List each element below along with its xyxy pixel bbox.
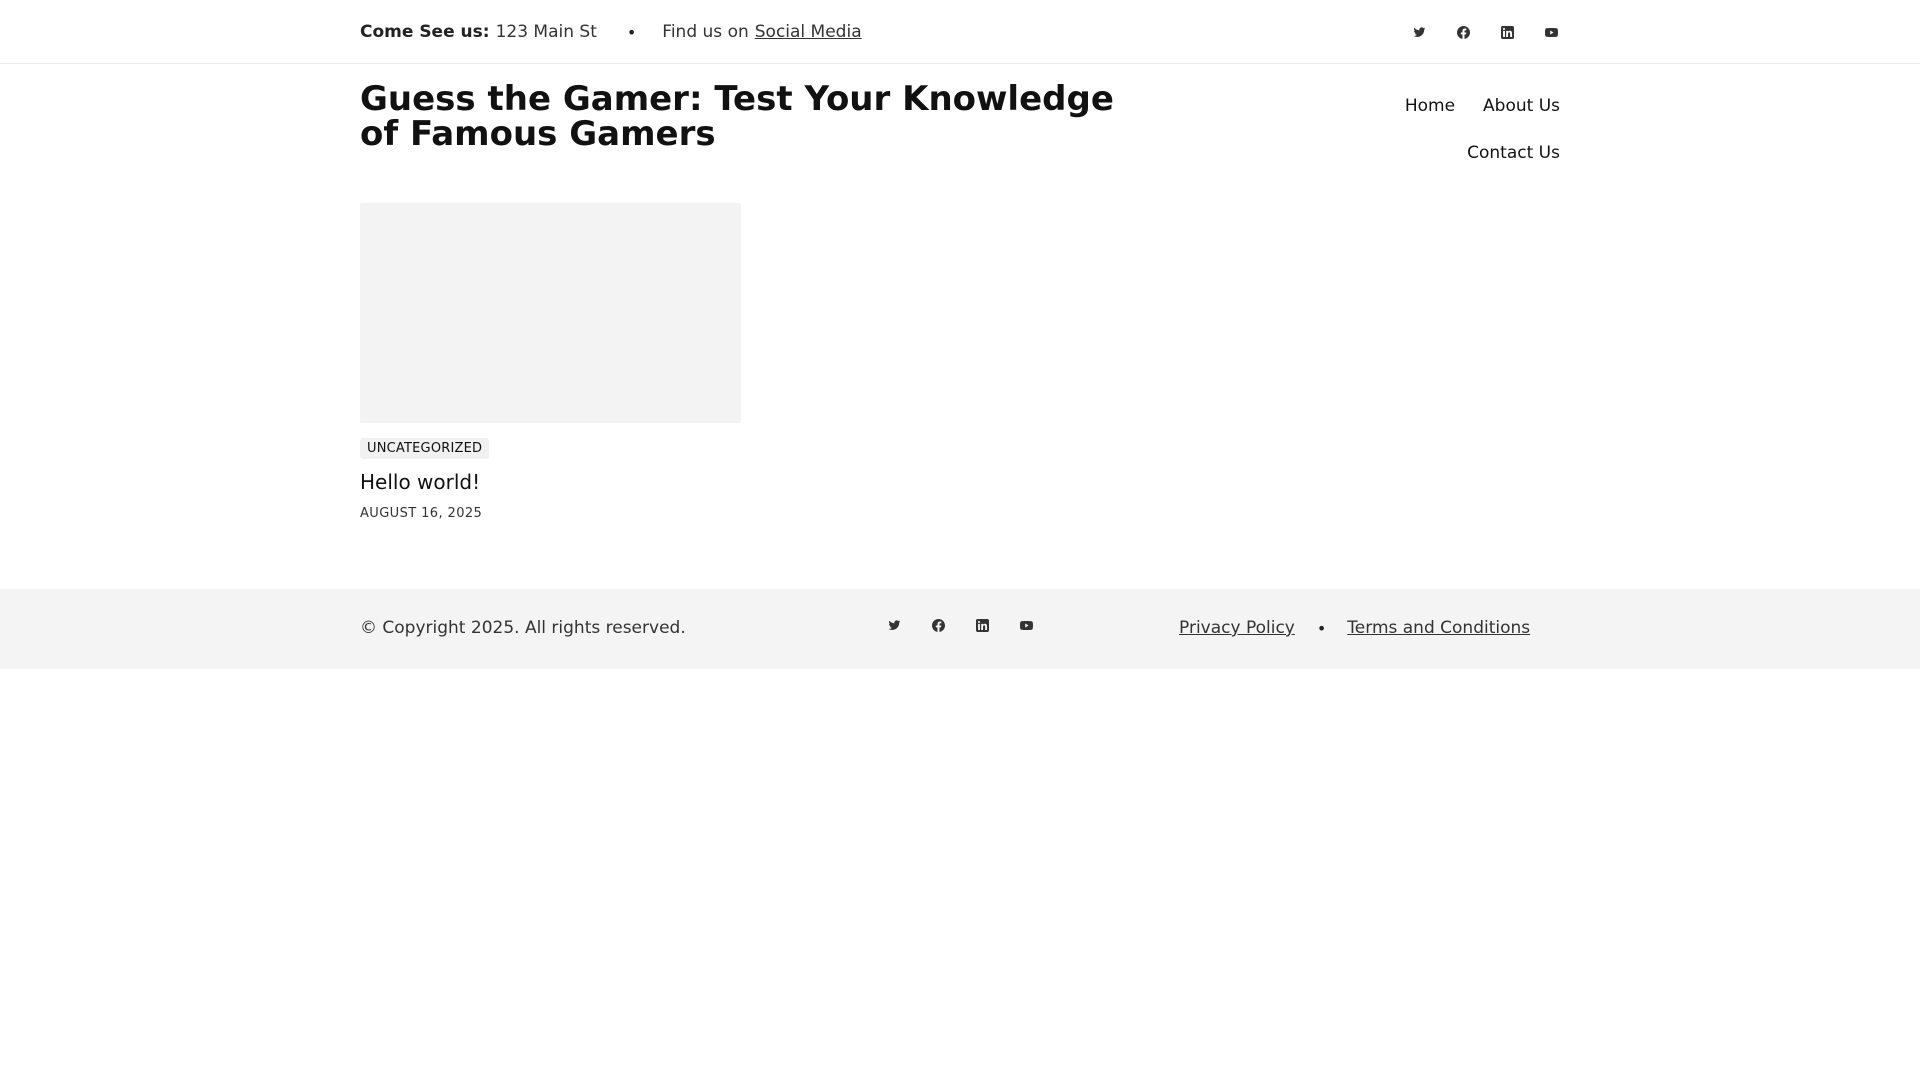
- facebook-icon[interactable]: [916, 609, 960, 641]
- top-bar-inner: Come See us: 123 Main St • Find us on So…: [360, 0, 1560, 64]
- twitter-icon[interactable]: [1397, 16, 1441, 48]
- post-title-link[interactable]: Hello world!: [360, 470, 741, 494]
- linkedin-icon[interactable]: [960, 609, 1004, 641]
- top-bar-info: Come See us: 123 Main St • Find us on So…: [360, 22, 862, 42]
- footer-links: Privacy Policy • Terms and Conditions: [1179, 618, 1530, 638]
- post-date: AUGUST 16, 2025: [360, 506, 483, 521]
- privacy-policy-link[interactable]: Privacy Policy: [1179, 618, 1295, 638]
- copyright-text: © Copyright 2025. All rights reserved.: [360, 618, 686, 638]
- youtube-icon[interactable]: [1529, 16, 1573, 48]
- main-nav: Home About Us Contact Us: [1360, 82, 1560, 176]
- address-value: 123 Main St: [495, 22, 597, 42]
- social-prefix: Find us on: [662, 22, 749, 42]
- post-card: UNCATEGORIZED Hello world! AUGUST 16, 20…: [360, 203, 741, 521]
- facebook-icon[interactable]: [1441, 16, 1485, 48]
- linkedin-icon[interactable]: [1485, 16, 1529, 48]
- nav-item-home[interactable]: Home: [1405, 96, 1455, 116]
- footer-inner: © Copyright 2025. All rights reserved. P…: [360, 589, 1560, 669]
- top-social-icons: [1397, 16, 1573, 48]
- social-media-link[interactable]: Social Media: [755, 22, 862, 42]
- post-category-badge[interactable]: UNCATEGORIZED: [360, 438, 490, 459]
- post-thumbnail[interactable]: [360, 203, 741, 423]
- youtube-icon[interactable]: [1004, 609, 1048, 641]
- address-label: Come See us:: [360, 22, 490, 42]
- site-header: Guess the Gamer: Test Your Knowledge of …: [0, 64, 1920, 204]
- twitter-icon[interactable]: [872, 609, 916, 641]
- footer-separator: •: [1316, 618, 1327, 638]
- footer-social-icons: [872, 609, 1048, 641]
- nav-item-about-us[interactable]: About Us: [1483, 96, 1560, 116]
- top-bar-separator: •: [626, 22, 637, 42]
- nav-row-1: Home About Us: [1360, 82, 1560, 129]
- terms-and-conditions-link[interactable]: Terms and Conditions: [1347, 618, 1530, 638]
- nav-item-contact-us[interactable]: Contact Us: [1467, 143, 1560, 163]
- nav-row-2: Contact Us: [1360, 129, 1560, 176]
- top-bar: Come See us: 123 Main St • Find us on So…: [0, 0, 1920, 64]
- site-title[interactable]: Guess the Gamer: Test Your Knowledge of …: [360, 82, 1160, 152]
- site-footer: © Copyright 2025. All rights reserved. P…: [0, 589, 1920, 669]
